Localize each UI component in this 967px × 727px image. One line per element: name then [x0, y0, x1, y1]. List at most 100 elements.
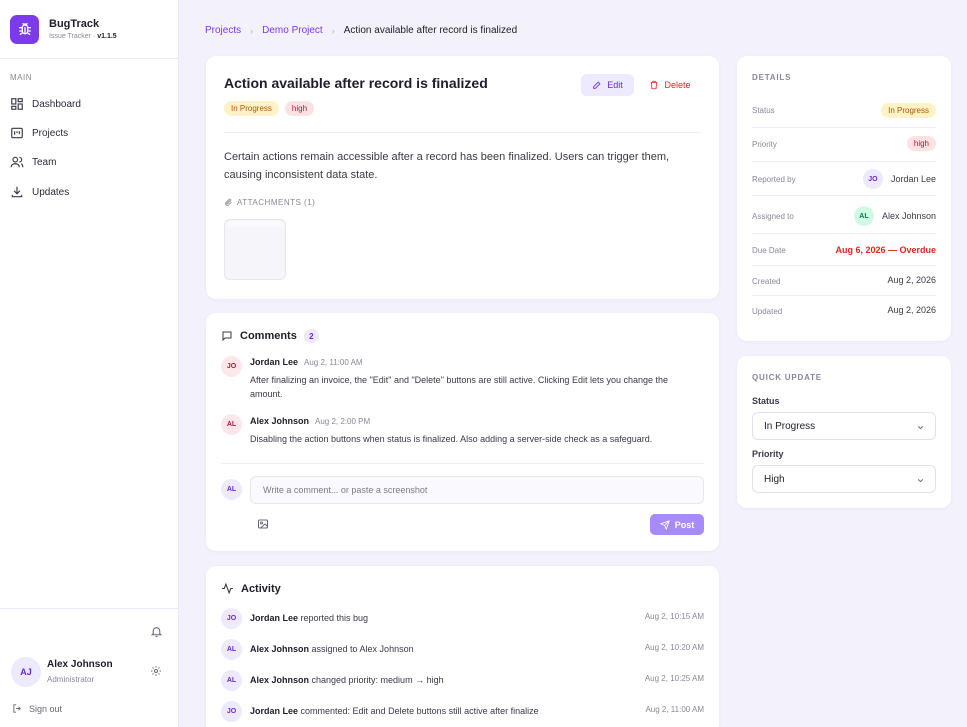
activity-item: JO Jordan Lee reported this bug Aug 2, 1… — [221, 608, 704, 629]
activity-time: Aug 2, 11:00 AM — [645, 705, 704, 714]
detail-due-row: Due Date Aug 6, 2026 — Overdue — [752, 234, 936, 266]
activity-text: Jordan Lee commented: Edit and Delete bu… — [250, 706, 539, 716]
detail-updated-row: Updated Aug 2, 2026 — [752, 296, 936, 326]
edit-button[interactable]: Edit — [581, 74, 634, 96]
app-version: v1.1.5 — [97, 33, 117, 40]
priority-badge: high — [906, 136, 936, 151]
breadcrumb: Projects › Demo Project › Action availab… — [205, 25, 517, 36]
sidebar-item-projects[interactable]: Projects — [10, 126, 68, 140]
detail-reported-row: Reported by JO Jordan Lee — [752, 162, 936, 196]
download-icon — [11, 186, 23, 198]
status-select[interactable]: In Progress — [752, 412, 936, 440]
priority-badge: high — [284, 101, 315, 116]
sidebar-item-dashboard[interactable]: Dashboard — [10, 97, 81, 111]
detail-value: high — [906, 136, 936, 151]
paperclip-icon — [225, 198, 232, 206]
priority-select-label: Priority — [752, 449, 784, 459]
attachment-thumbnail[interactable] — [224, 219, 286, 280]
brand: BugTrack Issue Tracker · v1.1.5 — [0, 0, 178, 59]
gear-icon[interactable] — [150, 665, 162, 677]
comment-text: After finalizing an invoice, the "Edit" … — [250, 375, 669, 399]
activity-item: AL Alex Johnson changed priority: medium… — [221, 670, 704, 691]
activity-time: Aug 2, 10:15 AM — [644, 612, 704, 621]
chevron-right-icon: › — [331, 25, 335, 36]
avatar: AL — [221, 639, 242, 660]
comment-text: Disabling the action buttons when status… — [250, 434, 653, 444]
edit-label: Edit — [607, 80, 623, 90]
sidebar-item-label: Projects — [32, 127, 69, 139]
avatar: AL — [221, 479, 242, 500]
comment-author: Jordan Lee Aug 2, 11:00 AM — [250, 357, 363, 367]
comment-input[interactable] — [250, 476, 704, 504]
issue-badges: In Progress high — [224, 101, 315, 116]
nav-section-label: MAIN — [10, 73, 32, 82]
detail-value: In Progress — [881, 103, 936, 118]
quick-update-title: QUICK UPDATE — [752, 373, 822, 382]
avatar: JO — [862, 169, 883, 189]
activity-time: Aug 2, 10:25 AM — [644, 674, 704, 683]
detail-label: Priority — [752, 140, 777, 149]
comment-icon — [222, 331, 232, 342]
detail-value: Aug 2, 2026 — [887, 275, 936, 285]
comments-header: Comments 2 — [221, 329, 319, 343]
sidebar-item-updates[interactable]: Updates — [10, 185, 69, 199]
comment-time: Aug 2, 2:00 PM — [315, 417, 371, 426]
activity-text: Alex Johnson assigned to Alex Johnson — [250, 644, 414, 654]
comments-card: Comments 2 JO Jordan Lee Aug 2, 11:00 AM … — [206, 313, 719, 551]
page-title: Action available after record is finaliz… — [224, 75, 488, 91]
app-name: BugTrack — [49, 18, 100, 30]
delete-button[interactable]: Delete — [644, 74, 696, 96]
activity-card: Activity JO Jordan Lee reported this bug… — [206, 566, 719, 727]
trash-icon — [651, 80, 658, 90]
detail-label: Updated — [752, 307, 783, 316]
avatar[interactable]: AJ — [11, 657, 41, 687]
avatar: AL — [221, 670, 242, 691]
sign-out-button[interactable]: Sign out — [12, 703, 62, 714]
detail-label: Due Date — [752, 246, 786, 255]
detail-value: JO Jordan Lee — [862, 169, 936, 189]
activity-header: Activity — [221, 582, 281, 595]
comment-time: Aug 2, 11:00 AM — [304, 358, 363, 367]
activity-text: Jordan Lee reported this bug — [250, 613, 369, 623]
priority-select[interactable]: High — [752, 465, 936, 493]
quick-update-card: QUICK UPDATE Status In Progress Priority… — [737, 356, 951, 508]
due-date-value: Aug 6, 2026 — Overdue — [835, 245, 936, 255]
bug-logo-icon — [10, 14, 39, 44]
detail-label: Reported by — [752, 175, 796, 184]
breadcrumb-project[interactable]: Demo Project — [262, 25, 323, 36]
team-icon — [10, 156, 24, 168]
detail-value: AL Alex Johnson — [853, 206, 936, 226]
bell-icon[interactable] — [150, 625, 163, 638]
sidebar-item-label: Updates — [32, 186, 70, 198]
avatar: AL — [853, 206, 874, 226]
avatar: JO — [221, 701, 242, 722]
detail-value: Aug 2, 2026 — [887, 305, 936, 315]
send-icon — [659, 519, 670, 530]
sidebar-item-label: Dashboard — [32, 98, 81, 110]
image-upload-icon[interactable] — [257, 518, 269, 530]
avatar: AL — [221, 414, 242, 435]
detail-label: Created — [752, 277, 781, 286]
activity-time: Aug 2, 10:20 AM — [644, 643, 704, 652]
priority-select-value: High — [764, 473, 785, 485]
sidebar-item-team[interactable]: Team — [10, 155, 56, 169]
detail-label: Status — [752, 106, 775, 115]
post-button[interactable]: Post — [650, 514, 704, 535]
detail-assigned-row: Assigned to AL Alex Johnson — [752, 196, 936, 234]
details-card: DETAILS Status In Progress Priority high… — [737, 56, 951, 341]
breadcrumb-projects[interactable]: Projects — [205, 25, 241, 36]
user-name: Alex Johnson — [47, 659, 113, 670]
status-select-label: Status — [752, 396, 780, 406]
details-title: DETAILS — [752, 73, 792, 82]
pencil-icon — [593, 81, 601, 89]
divider — [224, 132, 701, 133]
projects-icon — [11, 127, 23, 139]
detail-status-row: Status In Progress — [752, 94, 936, 128]
sidebar-footer: AJ Alex Johnson Administrator Sign out — [0, 608, 179, 727]
sidebar: BugTrack Issue Tracker · v1.1.5 MAIN Das… — [0, 0, 179, 727]
activity-text: Alex Johnson changed priority: medium → … — [250, 675, 444, 685]
chevron-right-icon: › — [250, 25, 254, 36]
sidebar-item-label: Team — [32, 156, 57, 168]
detail-label: Assigned to — [752, 212, 794, 221]
detail-created-row: Created Aug 2, 2026 — [752, 266, 936, 296]
